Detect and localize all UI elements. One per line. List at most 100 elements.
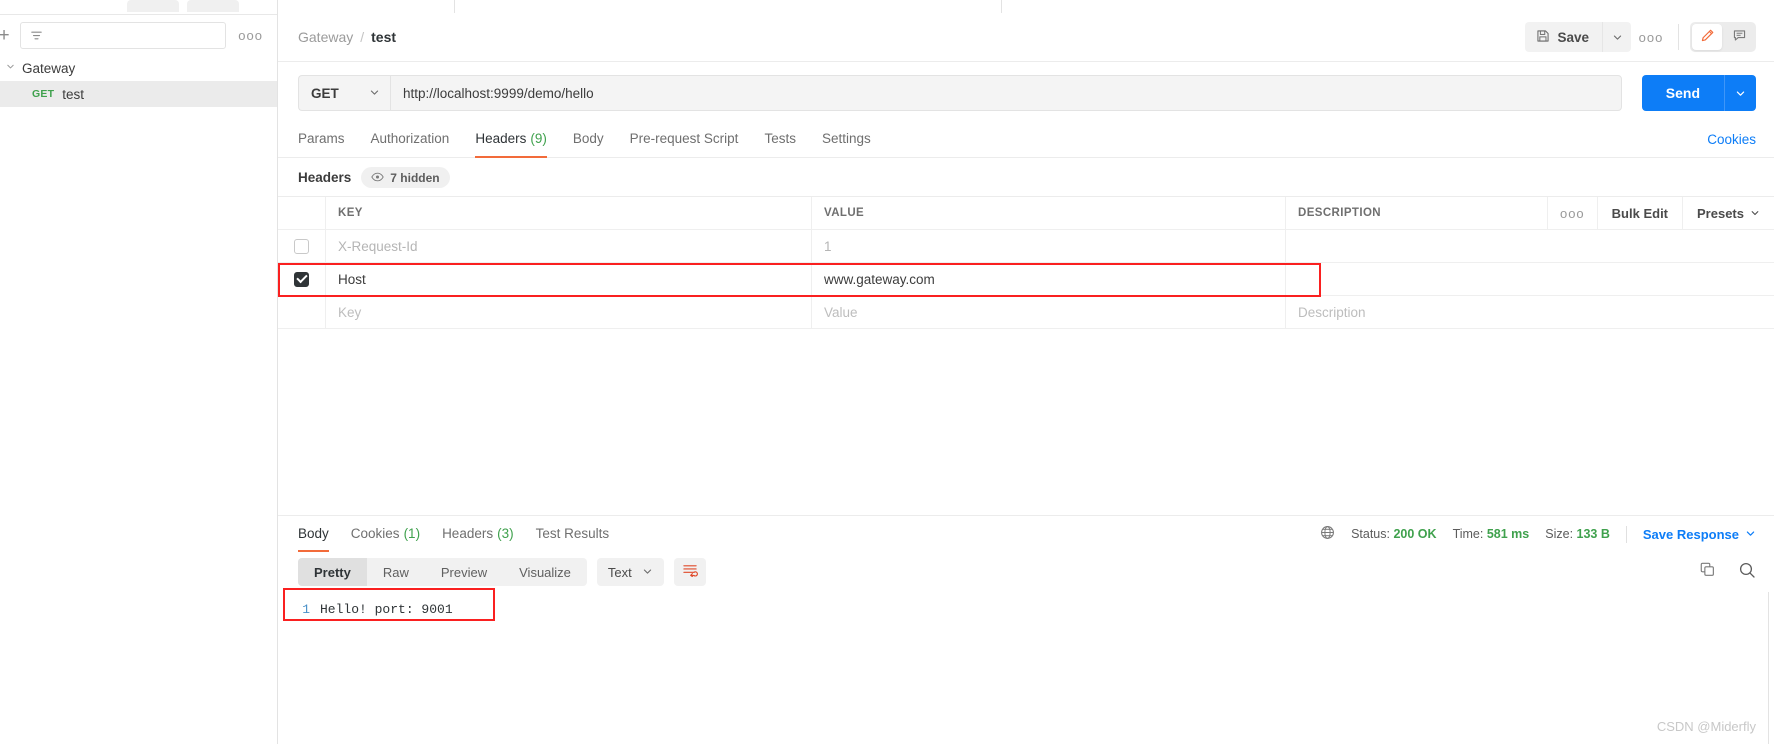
tab-settings[interactable]: Settings [822, 122, 871, 158]
size-label: Size: [1545, 527, 1574, 541]
method-url-combo: GET [298, 75, 1622, 111]
response-view-mode-group: Pretty Raw Preview Visualize [298, 558, 587, 586]
breadcrumb-bar: Gateway / test Save ooo [278, 13, 1774, 62]
hidden-headers-label: 7 hidden [390, 170, 440, 185]
column-header-description: DESCRIPTION [1298, 207, 1381, 219]
tab-body[interactable]: Body [573, 122, 604, 158]
status-badge: Status: 200 OK [1351, 527, 1437, 541]
wrap-lines-icon [682, 563, 698, 582]
response-toolbar: Pretty Raw Preview Visualize Text [278, 552, 1774, 592]
search-icon[interactable] [1738, 561, 1756, 584]
breadcrumb-collection[interactable]: Gateway [298, 29, 353, 45]
request-tab-strip [278, 0, 1774, 13]
tab-tests[interactable]: Tests [764, 122, 796, 158]
tab-label: Headers [475, 131, 527, 146]
cell-description-placeholder[interactable]: Description [1298, 305, 1366, 320]
http-method-value: GET [311, 85, 339, 101]
chevron-down-icon [642, 565, 653, 580]
table-row[interactable]: X-Request-Id 1 [278, 230, 1774, 263]
response-body: 1 Hello! port: 9001 CSDN @Miderfly [278, 588, 1774, 744]
bulk-edit-button[interactable]: Bulk Edit [1596, 197, 1682, 230]
time-label: Time: [1452, 527, 1484, 541]
wrap-lines-button[interactable] [673, 558, 706, 586]
tab-pre-request-script[interactable]: Pre-request Script [630, 122, 739, 158]
send-button[interactable]: Send [1641, 75, 1724, 111]
sidebar-tab-stub [127, 0, 179, 12]
table-row-new[interactable]: Key Value Description [278, 296, 1774, 329]
save-response-label: Save Response [1642, 526, 1739, 542]
headers-more-button[interactable]: ooo [1546, 197, 1597, 230]
add-new-button[interactable]: + [0, 26, 12, 45]
save-button-label: Save [1557, 29, 1589, 45]
save-button[interactable]: Save [1525, 22, 1602, 52]
tab-label: Body [298, 525, 329, 541]
view-mode-visualize[interactable]: Visualize [503, 558, 587, 586]
size-badge: Size: 133 B [1545, 527, 1610, 541]
save-dropdown-button[interactable] [1602, 22, 1631, 52]
sidebar: + ooo Gateway GET test [0, 0, 278, 744]
table-row[interactable]: Host www.gateway.com [278, 263, 1774, 296]
copy-icon[interactable] [1699, 561, 1716, 583]
header-divider [1678, 24, 1679, 50]
globe-icon [1320, 525, 1335, 543]
comment-button[interactable] [1724, 24, 1754, 50]
postman-app: + ooo Gateway GET test Gateway / test Sa… [0, 0, 1774, 744]
save-response-button[interactable]: Save Response [1643, 527, 1756, 542]
header-more-button[interactable]: ooo [1635, 22, 1667, 52]
tab-label: Pre-request Script [629, 131, 739, 146]
time-badge: Time: 581 ms [1453, 527, 1530, 541]
tab-headers[interactable]: Headers (9) [475, 122, 547, 158]
presets-button[interactable]: Presets [1682, 197, 1774, 230]
row-checkbox-cell [278, 296, 326, 328]
response-code-line[interactable]: 1 Hello! port: 9001 [278, 598, 1774, 620]
cell-value-placeholder[interactable]: Value [824, 305, 858, 320]
response-tab-headers[interactable]: Headers (3) [442, 516, 514, 552]
row-checkbox[interactable] [294, 238, 309, 254]
headers-subbar: Headers 7 hidden [278, 158, 1774, 196]
page-title: test [371, 29, 397, 45]
cell-key-placeholder[interactable]: Key [338, 305, 361, 320]
open-tab-stub[interactable] [454, 0, 1002, 13]
response-format-select[interactable]: Text [596, 558, 664, 586]
sidebar-collection-gateway[interactable]: Gateway [0, 55, 277, 81]
view-mode-pretty[interactable]: Pretty [298, 558, 367, 586]
headers-table: KEY VALUE DESCRIPTION ooo Bulk Edit Pres… [278, 196, 1774, 515]
save-button-group: Save [1525, 22, 1631, 52]
format-label: Text [607, 564, 632, 580]
response-meta: Status: 200 OK Time: 581 ms Size: 133 B … [1320, 525, 1756, 543]
cell-value[interactable]: 1 [824, 239, 832, 254]
row-checkbox-cell [278, 263, 326, 295]
url-input[interactable] [390, 75, 1622, 111]
response-tab-cookies[interactable]: Cookies (1) [351, 516, 420, 552]
cell-value[interactable]: www.gateway.com [824, 272, 935, 287]
row-checkbox[interactable] [294, 271, 309, 287]
response-tab-body[interactable]: Body [298, 516, 329, 552]
tab-authorization[interactable]: Authorization [371, 122, 450, 158]
cell-key[interactable]: X-Request-Id [338, 239, 418, 254]
tab-params[interactable]: Params [298, 122, 345, 158]
search-input[interactable] [20, 21, 227, 49]
response-scroll-track[interactable] [1768, 592, 1772, 744]
response-actions [1699, 561, 1756, 584]
sidebar-request-label: test [62, 86, 84, 102]
response-tab-test-results[interactable]: Test Results [536, 516, 610, 552]
filter-icon [29, 28, 44, 43]
http-method-select[interactable]: GET [298, 75, 390, 111]
cookies-link[interactable]: Cookies [1707, 132, 1756, 147]
tab-label: Tests [764, 131, 796, 146]
status-label: Status: [1351, 527, 1390, 541]
header-actions: Save ooo [1525, 22, 1756, 52]
view-mode-preview[interactable]: Preview [425, 558, 503, 586]
sidebar-item-test-request[interactable]: GET test [0, 81, 277, 107]
hidden-headers-toggle[interactable]: 7 hidden [361, 167, 450, 188]
time-value: 581 ms [1486, 527, 1530, 541]
view-mode-raw[interactable]: Raw [367, 558, 425, 586]
sidebar-collection-label: Gateway [22, 60, 76, 76]
sidebar-more-button[interactable]: ooo [234, 28, 267, 43]
cell-key[interactable]: Host [338, 272, 366, 287]
size-value: 133 B [1576, 527, 1610, 541]
tab-label: Params [298, 131, 345, 146]
table-header-row: KEY VALUE DESCRIPTION ooo Bulk Edit Pres… [278, 197, 1774, 230]
send-dropdown-button[interactable] [1724, 75, 1756, 111]
edit-mode-button[interactable] [1692, 24, 1722, 50]
